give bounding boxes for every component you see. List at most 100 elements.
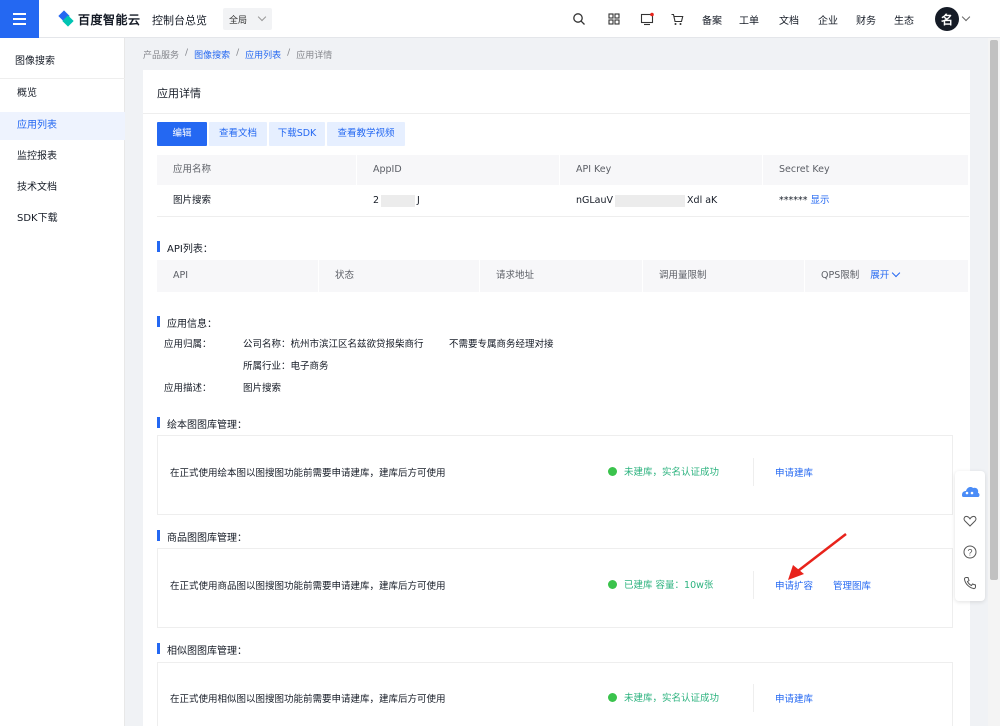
qps-limit-header: QPS限制 展开 — [805, 260, 969, 292]
top-navigation-bar: 百度智能云 控制台总览 全局 备案 工单 文档 企业 财务 生态 名 — [0, 0, 1000, 38]
nav-link-finance[interactable]: 财务 — [856, 12, 876, 27]
sidebar-item-sdk-download[interactable]: SDK下载 — [0, 205, 125, 233]
logo-text: 百度智能云 — [78, 12, 141, 27]
apply-create-library-link[interactable]: 申请建库 — [775, 465, 813, 479]
divider — [0, 78, 125, 79]
app-credentials-table: 应用名称 AppID API Key Secret Key 图片搜索 2J nG… — [157, 155, 969, 217]
library-status: 已建库 容量：10w张 — [608, 577, 713, 591]
view-docs-button[interactable]: 查看文档 — [209, 122, 267, 146]
chevron-down-icon[interactable] — [961, 12, 971, 22]
breadcrumb-item-app-list[interactable]: 应用列表 — [245, 48, 281, 61]
console-overview-link[interactable]: 控制台总览 — [152, 12, 207, 28]
library-status-text: 未建库，实名认证成功 — [624, 467, 720, 478]
sidebar: 图像搜索 概览 应用列表 监控报表 技术文档 SDK下载 — [0, 38, 125, 726]
divider — [143, 113, 970, 114]
column-header: AppID — [357, 155, 560, 185]
expand-toggle[interactable]: 展开 — [870, 268, 901, 281]
page-title: 应用详情 — [157, 87, 201, 100]
download-sdk-button[interactable]: 下载SDK — [269, 122, 325, 146]
breadcrumb-item-image-search[interactable]: 图像搜索 — [194, 48, 230, 61]
app-id-suffix: J — [417, 195, 420, 206]
region-select-value: 全局 — [229, 15, 248, 26]
logo-icon — [58, 11, 74, 27]
annotation-arrow-icon — [788, 533, 847, 580]
apply-create-library-link[interactable]: 申请建库 — [775, 691, 813, 705]
divider — [753, 684, 754, 712]
app-detail-card: 应用详情 编辑 查看文档 下载SDK 查看教学视频 应用名称 AppID API… — [143, 70, 970, 726]
help-icon[interactable]: ? — [963, 545, 977, 559]
library-status: 未建库，实名认证成功 — [608, 464, 719, 478]
user-avatar[interactable]: 名 — [935, 7, 959, 31]
industry: 所属行业：电子商务 — [243, 361, 329, 372]
column-header: 状态 — [319, 260, 480, 292]
search-icon[interactable] — [572, 12, 586, 26]
nav-link-ecosystem[interactable]: 生态 — [894, 12, 914, 27]
library-description: 在正式使用相似图以图搜图功能前需要申请建库，建库后方可使用 — [170, 694, 446, 705]
breadcrumb-item-current: 应用详情 — [296, 51, 333, 61]
column-header: 应用名称 — [157, 155, 357, 185]
api-key-cell: nGLauV Xdl aK — [560, 185, 763, 216]
secret-key-cell: ****** 显示 — [763, 185, 969, 216]
svg-text:?: ? — [967, 547, 972, 557]
grid-icon[interactable] — [607, 12, 621, 26]
phone-icon[interactable] — [963, 576, 977, 590]
edit-button[interactable]: 编辑 — [157, 122, 207, 146]
secret-key-mask: ****** — [779, 195, 808, 206]
column-header: QPS限制 — [821, 270, 860, 281]
library-status-text: 已建库 容量：10w张 — [624, 580, 714, 591]
api-key-prefix: nGLauV — [576, 195, 614, 206]
sidebar-item-tech-docs[interactable]: 技术文档 — [0, 174, 125, 202]
region-select[interactable]: 全局 — [223, 8, 272, 30]
table-header: 应用名称 AppID API Key Secret Key — [157, 155, 969, 185]
app-info-section-title: 应用信息： — [157, 315, 217, 330]
app-id-prefix: 2 — [373, 195, 380, 206]
sidebar-item-monitor-report[interactable]: 监控报表 — [0, 143, 125, 171]
hamburger-menu-button[interactable] — [0, 0, 39, 38]
divider — [753, 458, 754, 486]
column-header: 请求地址 — [480, 260, 643, 292]
app-name-cell: 图片搜索 — [173, 195, 212, 206]
cloud-assistant-icon[interactable] — [959, 481, 981, 501]
library-section-title: 相似图图库管理： — [157, 642, 247, 657]
column-header: 调用量限制 — [643, 260, 805, 292]
heart-icon[interactable] — [963, 514, 977, 528]
chevron-down-icon — [257, 12, 267, 22]
breadcrumb-item-products[interactable]: 产品服务 — [143, 48, 179, 61]
table-row: 图片搜索 2J nGLauV Xdl aK ****** 显示 — [157, 185, 969, 217]
tutorial-video-button[interactable]: 查看教学视频 — [327, 122, 405, 146]
redaction-mask — [381, 194, 416, 207]
app-belong-label: 应用归属： — [164, 339, 212, 350]
brand-logo[interactable]: 百度智能云 — [58, 10, 141, 28]
message-icon[interactable] — [640, 12, 654, 26]
status-dot-icon — [608, 692, 617, 702]
sidebar-item-app-list[interactable]: 应用列表 — [0, 112, 125, 140]
breadcrumb: 产品服务 / 图像搜索 / 应用列表 / 应用详情 — [143, 48, 333, 61]
status-dot-icon — [608, 579, 617, 589]
library-section-title: 商品图图库管理： — [157, 529, 247, 544]
nav-link-docs[interactable]: 文档 — [779, 12, 799, 27]
library-panel: 在正式使用绘本图以图搜图功能前需要申请建库，建库后方可使用 未建库，实名认证成功… — [157, 435, 953, 515]
sidebar-item-overview[interactable]: 概览 — [0, 80, 125, 108]
nav-link-beian[interactable]: 备案 — [702, 12, 722, 27]
column-header: Secret Key — [763, 155, 969, 185]
chevron-down-icon — [892, 268, 901, 278]
sidebar-title: 图像搜索 — [15, 56, 55, 67]
library-status-text: 未建库，实名认证成功 — [624, 693, 720, 704]
library-section-title: 绘本图图库管理： — [157, 416, 247, 431]
library-description: 在正式使用商品图以图搜图功能前需要申请建库，建库后方可使用 — [170, 581, 446, 592]
nav-link-ticket[interactable]: 工单 — [739, 12, 759, 27]
column-header: API — [157, 260, 319, 292]
expand-label: 展开 — [870, 270, 890, 281]
library-description: 在正式使用绘本图以图搜图功能前需要申请建库，建库后方可使用 — [170, 468, 446, 479]
divider — [753, 571, 754, 599]
app-id-cell: 2J — [357, 185, 560, 216]
scrollbar-thumb[interactable] — [990, 40, 998, 580]
nav-link-enterprise[interactable]: 企业 — [818, 12, 838, 27]
company-name: 公司名称：杭州市滨江区名兹欲贷报柴商行 — [243, 339, 424, 350]
column-header: API Key — [560, 155, 763, 185]
app-desc-value: 图片搜索 — [243, 383, 282, 394]
manager-note: 不需要专属商务经理对接 — [449, 339, 554, 350]
redaction-mask — [615, 194, 686, 207]
cart-icon[interactable] — [670, 12, 684, 26]
show-secret-link[interactable]: 显示 — [811, 195, 830, 206]
